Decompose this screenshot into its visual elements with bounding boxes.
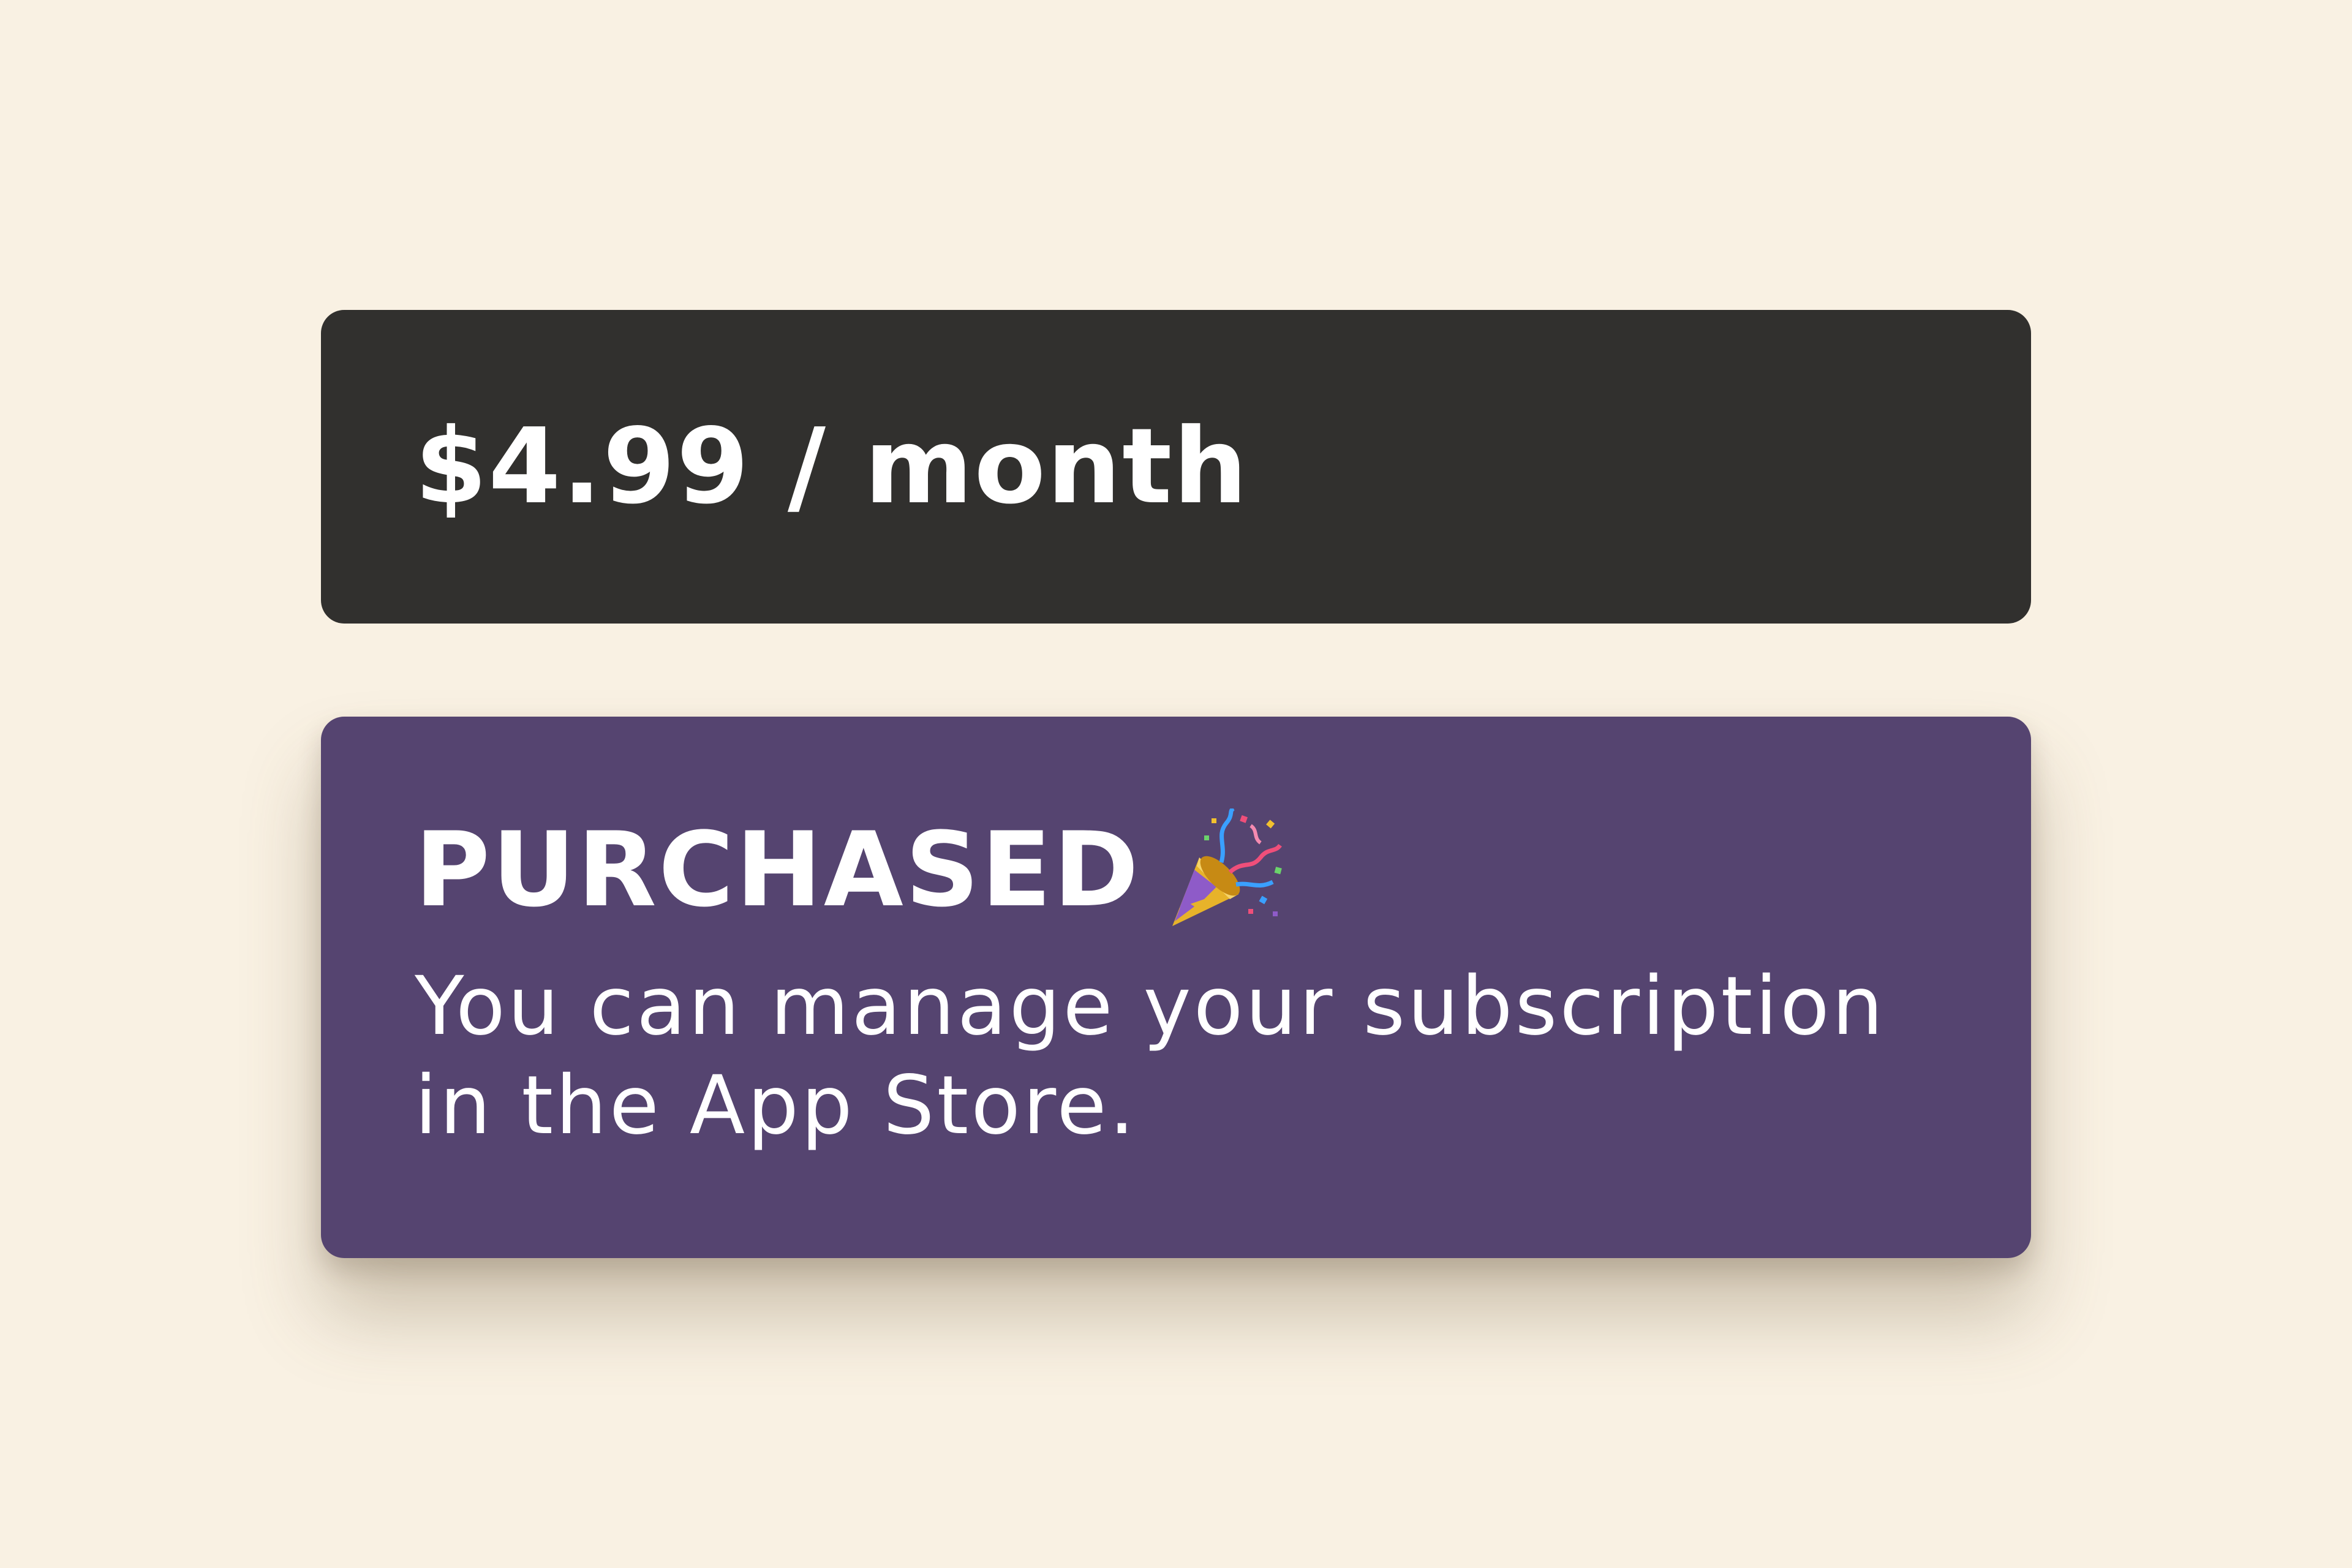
purchased-title: PURCHASED xyxy=(415,810,1141,930)
party-popper-icon xyxy=(1163,809,1285,931)
price-option-button[interactable]: $4.99 / month xyxy=(321,310,2031,624)
purchased-heading: PURCHASED xyxy=(415,809,1285,931)
purchased-status-card: PURCHASED You can manage your subscripti… xyxy=(321,717,2031,1258)
price-label: $4.99 / month xyxy=(415,406,1249,527)
purchased-message: You can manage your subscription in the … xyxy=(415,959,1886,1153)
